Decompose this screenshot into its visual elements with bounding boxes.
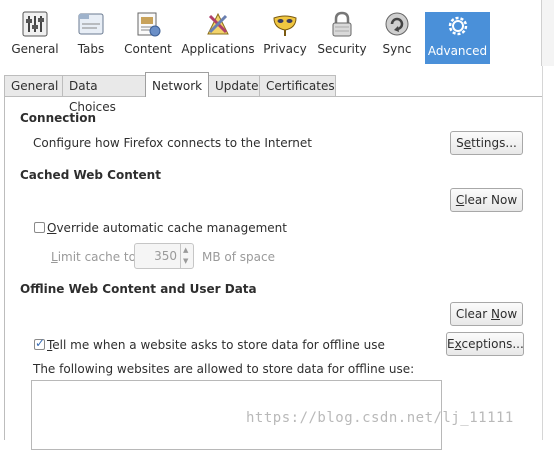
settings-label-pre: S: [456, 136, 464, 150]
tab-network[interactable]: Network: [145, 72, 209, 97]
tab-certificates[interactable]: Certificates: [259, 75, 336, 96]
cache-size-spinner[interactable]: 350 ▲ ▼: [134, 243, 194, 269]
toolbar-right-edge: [541, 0, 554, 66]
pane-advanced-button[interactable]: Advanced: [425, 12, 490, 64]
pane-general-label: General: [11, 42, 59, 56]
pane-sync-label: Sync: [382, 42, 412, 56]
limit-label-post: imit cache to: [57, 250, 136, 264]
tell-me-label-post: ell me when a website asks to store data…: [52, 338, 385, 352]
connection-settings-button[interactable]: Settings...: [450, 131, 523, 155]
padlock-icon: [328, 10, 356, 38]
pane-security-label: Security: [317, 42, 367, 56]
override-cache-label: Override automatic cache management: [47, 221, 287, 235]
pane-privacy-label: Privacy: [263, 42, 307, 56]
cache-heading: Cached Web Content: [20, 168, 161, 182]
connection-heading: Connection: [20, 111, 97, 125]
pane-applications-label: Applications: [181, 42, 255, 56]
exceptions-label-post: ceptions...: [461, 337, 524, 351]
spinner-up-icon[interactable]: ▲: [183, 246, 188, 254]
settings-label-post: ttings...: [471, 136, 517, 150]
applications-icon: [204, 10, 232, 38]
limit-cache-label: Limit cache to: [51, 250, 136, 264]
tab-data-choices[interactable]: Data Choices: [62, 75, 146, 114]
content-icon: [134, 10, 162, 38]
cache-clear-label-post: lear Now: [464, 193, 518, 207]
override-label-post: verride automatic cache management: [56, 221, 287, 235]
offline-clear-label-post: ow: [500, 307, 518, 321]
offline-clear-label-pre: Clear: [455, 307, 492, 321]
offline-clear-now-button[interactable]: Clear Now: [450, 302, 523, 326]
spinner-down-icon[interactable]: ▼: [183, 257, 188, 265]
tabs-icon: [77, 10, 105, 38]
cache-size-unit: MB of space: [202, 250, 275, 264]
preferences-toolbar: General Tabs Content Applications Privac…: [0, 0, 554, 66]
spinner-arrows[interactable]: ▲ ▼: [180, 244, 193, 268]
connection-description: Configure how Firefox connects to the In…: [33, 136, 312, 150]
pane-general-button[interactable]: General: [4, 10, 66, 64]
cache-clear-label-access-key: C: [455, 193, 465, 207]
cache-clear-now-button[interactable]: Clear Now: [450, 188, 523, 212]
tell-me-offline-label: Tell me when a website asks to store dat…: [47, 338, 385, 352]
tell-me-offline-checkbox[interactable]: [34, 336, 45, 350]
pane-tabs-button[interactable]: Tabs: [68, 10, 114, 64]
cache-size-value: 350: [154, 249, 177, 263]
exceptions-label-pre: E: [447, 337, 455, 351]
override-cache-checkbox[interactable]: [34, 222, 45, 233]
tab-update[interactable]: Update: [208, 75, 260, 96]
offline-clear-label-access-key: N: [491, 307, 501, 321]
pane-tabs-label: Tabs: [77, 42, 105, 56]
offline-allowed-label: The following websites are allowed to st…: [33, 362, 415, 376]
window-right-edge: [542, 66, 554, 440]
limit-label-access-key: L: [51, 250, 58, 264]
pane-privacy-button[interactable]: Privacy: [260, 10, 310, 64]
pane-security-button[interactable]: Security: [314, 10, 370, 64]
pane-content-label: Content: [124, 42, 172, 56]
gear-icon: [444, 12, 472, 40]
sliders-icon: [21, 10, 49, 38]
sync-icon: [383, 10, 411, 38]
offline-heading: Offline Web Content and User Data: [20, 282, 257, 296]
mask-icon: [271, 10, 299, 38]
tab-general[interactable]: General: [4, 75, 63, 96]
pane-sync-button[interactable]: Sync: [374, 10, 420, 64]
pane-content-button[interactable]: Content: [120, 10, 176, 64]
pane-advanced-label: Advanced: [427, 44, 488, 58]
watermark-text: https://blog.csdn.net/lj_11111: [246, 410, 514, 426]
pane-applications-button[interactable]: Applications: [180, 10, 256, 64]
exceptions-button[interactable]: Exceptions...: [446, 332, 524, 356]
